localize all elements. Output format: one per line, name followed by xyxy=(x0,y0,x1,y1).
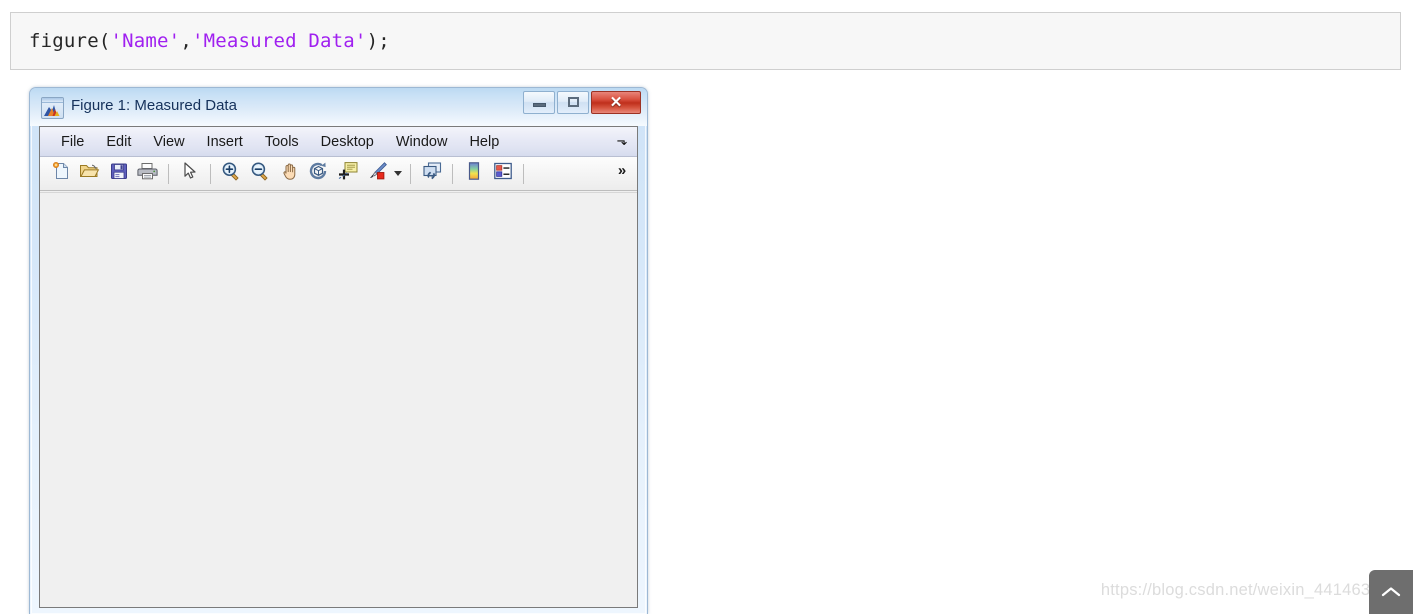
open-file-button[interactable] xyxy=(76,161,103,187)
figure-window[interactable]: Figure 1: Measured Data ✕ File Edit View… xyxy=(29,87,648,614)
new-figure-button[interactable] xyxy=(47,161,74,187)
csdn-watermark: https://blog.csdn.net/weixin_44146373 xyxy=(1100,581,1389,599)
rotate-3d-icon xyxy=(308,161,329,186)
close-button[interactable]: ✕ xyxy=(591,91,641,114)
code-token-string-value: 'Measured Data' xyxy=(191,30,367,52)
zoom-in-button[interactable] xyxy=(218,161,245,187)
figure-canvas[interactable] xyxy=(40,192,637,607)
menu-item-help[interactable]: Help xyxy=(458,131,510,153)
code-token-function: figure( xyxy=(29,30,111,52)
open-file-icon xyxy=(79,161,100,186)
insert-colorbar-button[interactable] xyxy=(460,161,487,187)
menu-item-view[interactable]: View xyxy=(142,131,195,153)
toolbar-separator xyxy=(523,163,524,184)
maximize-button[interactable] xyxy=(557,91,589,114)
rotate-3d-button[interactable] xyxy=(305,161,332,187)
colorbar-icon xyxy=(466,161,482,186)
toolbar-separator xyxy=(452,163,453,184)
matlab-code-snippet: figure('Name','Measured Data'); xyxy=(10,12,1401,70)
pan-button[interactable] xyxy=(276,161,303,187)
data-cursor-button[interactable] xyxy=(334,161,361,187)
print-figure-button[interactable] xyxy=(134,161,161,187)
zoom-in-icon xyxy=(221,161,242,186)
code-token-string-name: 'Name' xyxy=(110,30,181,52)
save-figure-icon xyxy=(109,161,129,186)
menu-item-file[interactable]: File xyxy=(50,131,95,153)
window-title: Figure 1: Measured Data xyxy=(71,97,237,114)
menu-item-desktop[interactable]: Desktop xyxy=(310,131,385,153)
link-plot-icon xyxy=(421,161,443,186)
save-figure-button[interactable] xyxy=(105,161,132,187)
edit-plot-button[interactable] xyxy=(176,161,203,187)
menu-item-edit[interactable]: Edit xyxy=(95,131,142,153)
pan-hand-icon xyxy=(280,161,300,186)
window-titlebar[interactable]: Figure 1: Measured Data ✕ xyxy=(30,88,647,126)
zoom-out-button[interactable] xyxy=(247,161,274,187)
insert-legend-button[interactable] xyxy=(489,161,516,187)
toolbar-separator xyxy=(210,163,211,184)
toolbar-separator xyxy=(168,163,169,184)
minimize-button[interactable] xyxy=(523,91,555,114)
toolbar-separator xyxy=(410,163,411,184)
menu-overflow-icon[interactable]: ⬎ xyxy=(615,134,629,148)
legend-icon xyxy=(493,161,513,186)
brush-dropdown-caret-icon[interactable] xyxy=(391,161,404,187)
figure-toolbar[interactable]: » xyxy=(40,157,637,191)
menu-item-insert[interactable]: Insert xyxy=(196,131,254,153)
scroll-to-top-button[interactable] xyxy=(1369,570,1413,614)
zoom-out-icon xyxy=(250,161,271,186)
new-figure-icon xyxy=(51,161,71,186)
menu-item-tools[interactable]: Tools xyxy=(254,131,310,153)
pointer-arrow-icon xyxy=(181,161,199,186)
matlab-membrane-icon xyxy=(41,97,64,119)
menu-item-window[interactable]: Window xyxy=(385,131,459,153)
data-cursor-icon xyxy=(337,161,359,186)
toolbar-overflow-button[interactable]: » xyxy=(613,161,631,181)
code-line: figure('Name','Measured Data'); xyxy=(29,29,390,53)
print-figure-icon xyxy=(137,161,158,186)
window-client-area: File Edit View Insert Tools Desktop Wind… xyxy=(39,126,638,608)
code-token-close: ); xyxy=(366,30,390,52)
link-plot-button[interactable] xyxy=(418,161,445,187)
menu-bar[interactable]: File Edit View Insert Tools Desktop Wind… xyxy=(40,127,637,157)
brush-data-icon xyxy=(366,161,388,186)
brush-data-button[interactable] xyxy=(363,161,390,187)
window-controls[interactable]: ✕ xyxy=(521,91,641,115)
code-token-comma: , xyxy=(180,30,192,52)
chevron-up-icon xyxy=(1381,585,1401,599)
